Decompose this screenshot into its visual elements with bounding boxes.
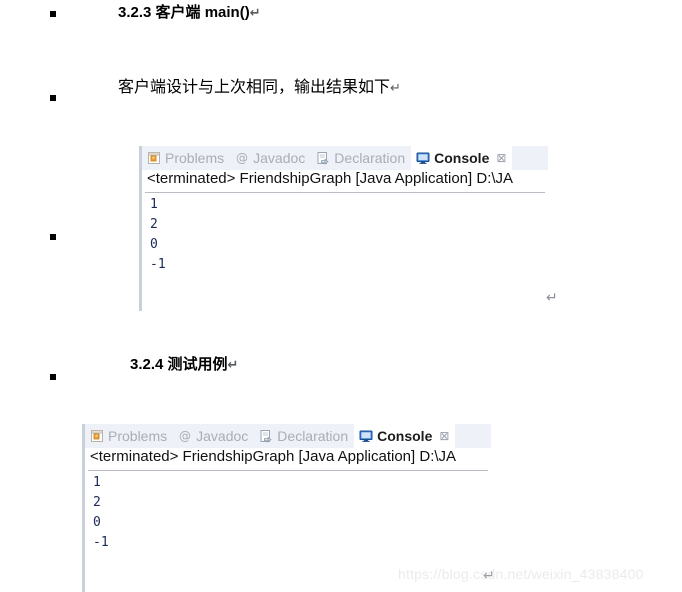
tab-console[interactable]: Console ⊠ (354, 424, 456, 448)
console-output-line: -1 (150, 257, 166, 272)
console-output-line: 1 (150, 197, 158, 212)
document-page: 3.2.3 客户端 main()↵ 客户端设计与上次相同，输出结果如下↵ Pro… (0, 0, 682, 592)
tab-javadoc-label: Javadoc (253, 150, 306, 166)
console-output-1[interactable]: 1 2 0 -1 (142, 195, 548, 311)
tab-declaration[interactable]: Declaration (311, 146, 411, 170)
declaration-icon (316, 151, 330, 165)
paragraph-mark-icon: ↵ (227, 358, 239, 373)
javadoc-icon: @ (235, 151, 249, 165)
tab-problems-label: Problems (108, 428, 168, 444)
section-heading-324-text: 3.2.4 测试用例 (130, 356, 228, 373)
console-output-line: 0 (93, 515, 101, 530)
svg-text:@: @ (236, 151, 248, 165)
list-bullet (50, 11, 56, 17)
section-heading-323: 3.2.3 客户端 main()↵ (118, 4, 261, 22)
problems-icon (90, 429, 104, 443)
paragraph-mark-icon: ↵ (390, 81, 401, 96)
watermark: https://blog.csdn.net/weixin_43838400 (398, 566, 644, 582)
problems-icon (147, 151, 161, 165)
close-icon[interactable]: ⊠ (496, 151, 506, 165)
console-output-line: -1 (93, 535, 109, 550)
tab-problems-label: Problems (165, 150, 225, 166)
tab-console-label: Console (377, 428, 433, 444)
console-output-line: 2 (150, 217, 158, 232)
launch-config-line-1: <terminated> FriendshipGraph [Java Appli… (147, 170, 514, 187)
section-heading-323-text: 3.2.3 客户端 main() (118, 4, 250, 21)
tab-declaration[interactable]: Declaration (254, 424, 354, 448)
view-tab-bar: Problems @ Javadoc Declaration Console ⊠ (85, 424, 491, 448)
paragraph-mark-icon: ↵ (483, 568, 495, 584)
launch-config-line-2: <terminated> FriendshipGraph [Java Appli… (90, 448, 457, 465)
declaration-icon (259, 429, 273, 443)
console-output-line: 0 (150, 237, 158, 252)
list-bullet (50, 234, 56, 240)
tab-console-label: Console (434, 150, 490, 166)
tab-problems[interactable]: Problems (142, 146, 230, 170)
launch-config-divider (88, 470, 488, 471)
console-output-line: 2 (93, 495, 101, 510)
list-bullet (50, 374, 56, 380)
tab-problems[interactable]: Problems (85, 424, 173, 448)
console-icon (416, 151, 430, 165)
intro-paragraph: 客户端设计与上次相同，输出结果如下↵ (118, 78, 401, 97)
close-icon[interactable]: ⊠ (439, 429, 449, 443)
console-panel-1: Problems @ Javadoc Declaration Console ⊠… (139, 146, 548, 311)
javadoc-icon: @ (178, 429, 192, 443)
console-icon (359, 429, 373, 443)
console-output-line: 1 (93, 475, 101, 490)
section-heading-324: 3.2.4 测试用例↵ (130, 356, 238, 374)
tab-javadoc[interactable]: @ Javadoc (173, 424, 254, 448)
list-bullet (50, 95, 56, 101)
tab-declaration-label: Declaration (277, 428, 349, 444)
launch-config-divider (145, 192, 545, 193)
paragraph-mark-icon: ↵ (546, 290, 558, 306)
paragraph-mark-icon: ↵ (249, 6, 261, 21)
tab-declaration-label: Declaration (334, 150, 406, 166)
tab-javadoc[interactable]: @ Javadoc (230, 146, 311, 170)
svg-text:@: @ (179, 429, 191, 443)
tab-console[interactable]: Console ⊠ (411, 146, 513, 170)
tab-javadoc-label: Javadoc (196, 428, 249, 444)
intro-paragraph-text: 客户端设计与上次相同，输出结果如下 (118, 79, 391, 96)
view-tab-bar: Problems @ Javadoc Declaration Console ⊠ (142, 146, 548, 170)
